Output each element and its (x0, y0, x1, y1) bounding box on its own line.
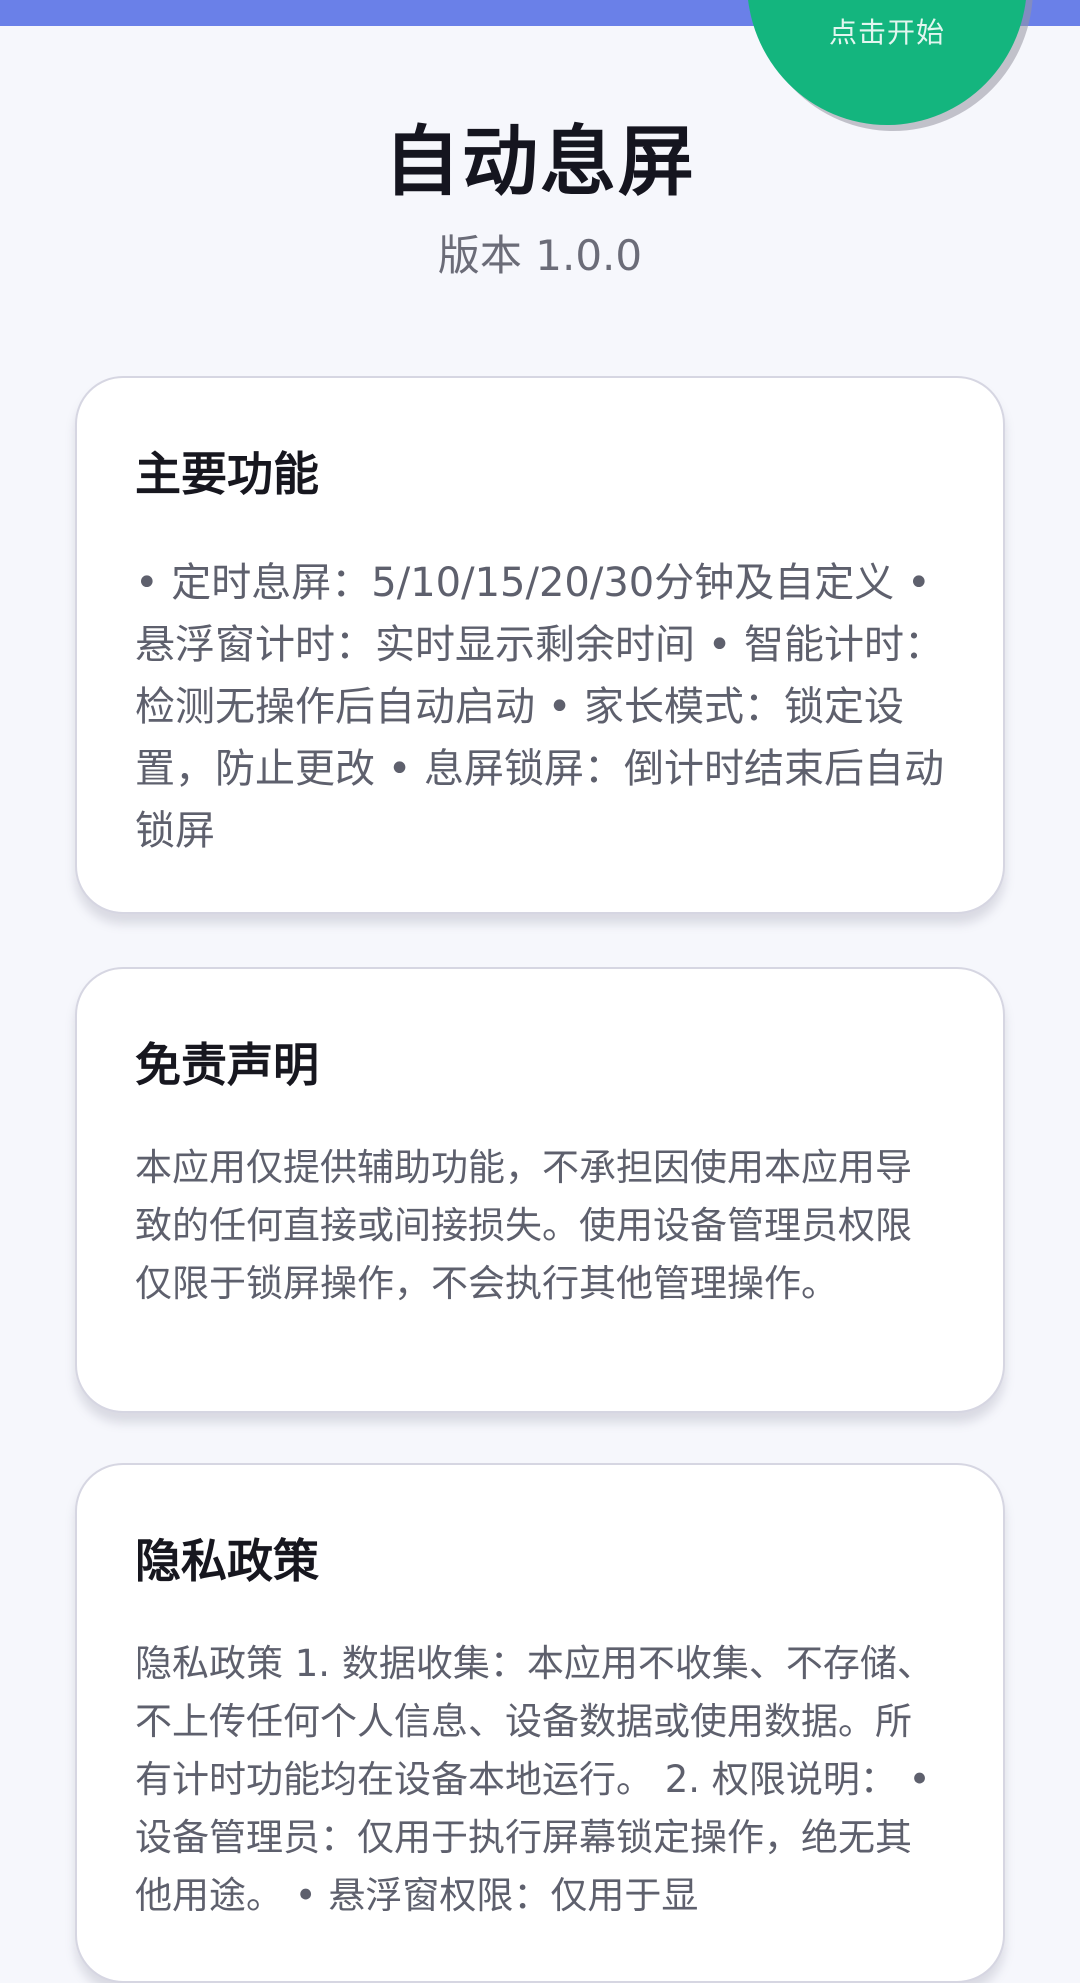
features-body: • 定时息屏：5/10/15/20/30分钟及自定义 • 悬浮窗计时：实时显示剩… (135, 560, 945, 854)
features-title: 主要功能 (135, 447, 319, 501)
privacy-card: 隐私政策 隐私政策 1. 数据收集：本应用不收集、不存储、不上传任何个人信息、设… (75, 1463, 1005, 1983)
features-card: 主要功能 • 定时息屏：5/10/15/20/30分钟及自定义 • 悬浮窗计时：… (75, 376, 1005, 914)
privacy-body: 隐私政策 1. 数据收集：本应用不收集、不存储、不上传任何个人信息、设备数据或使… (135, 1642, 934, 1917)
privacy-title: 隐私政策 (135, 1534, 319, 1588)
disclaimer-body: 本应用仅提供辅助功能，不承担因使用本应用导致的任何直接或间接损失。使用设备管理员… (135, 1146, 912, 1305)
disclaimer-card: 免责声明 本应用仅提供辅助功能，不承担因使用本应用导致的任何直接或间接损失。使用… (75, 967, 1005, 1413)
app-version: 版本 1.0.0 (437, 231, 643, 280)
disclaimer-title: 免责声明 (135, 1038, 319, 1092)
start-button-label: 点击开始 (828, 16, 945, 49)
